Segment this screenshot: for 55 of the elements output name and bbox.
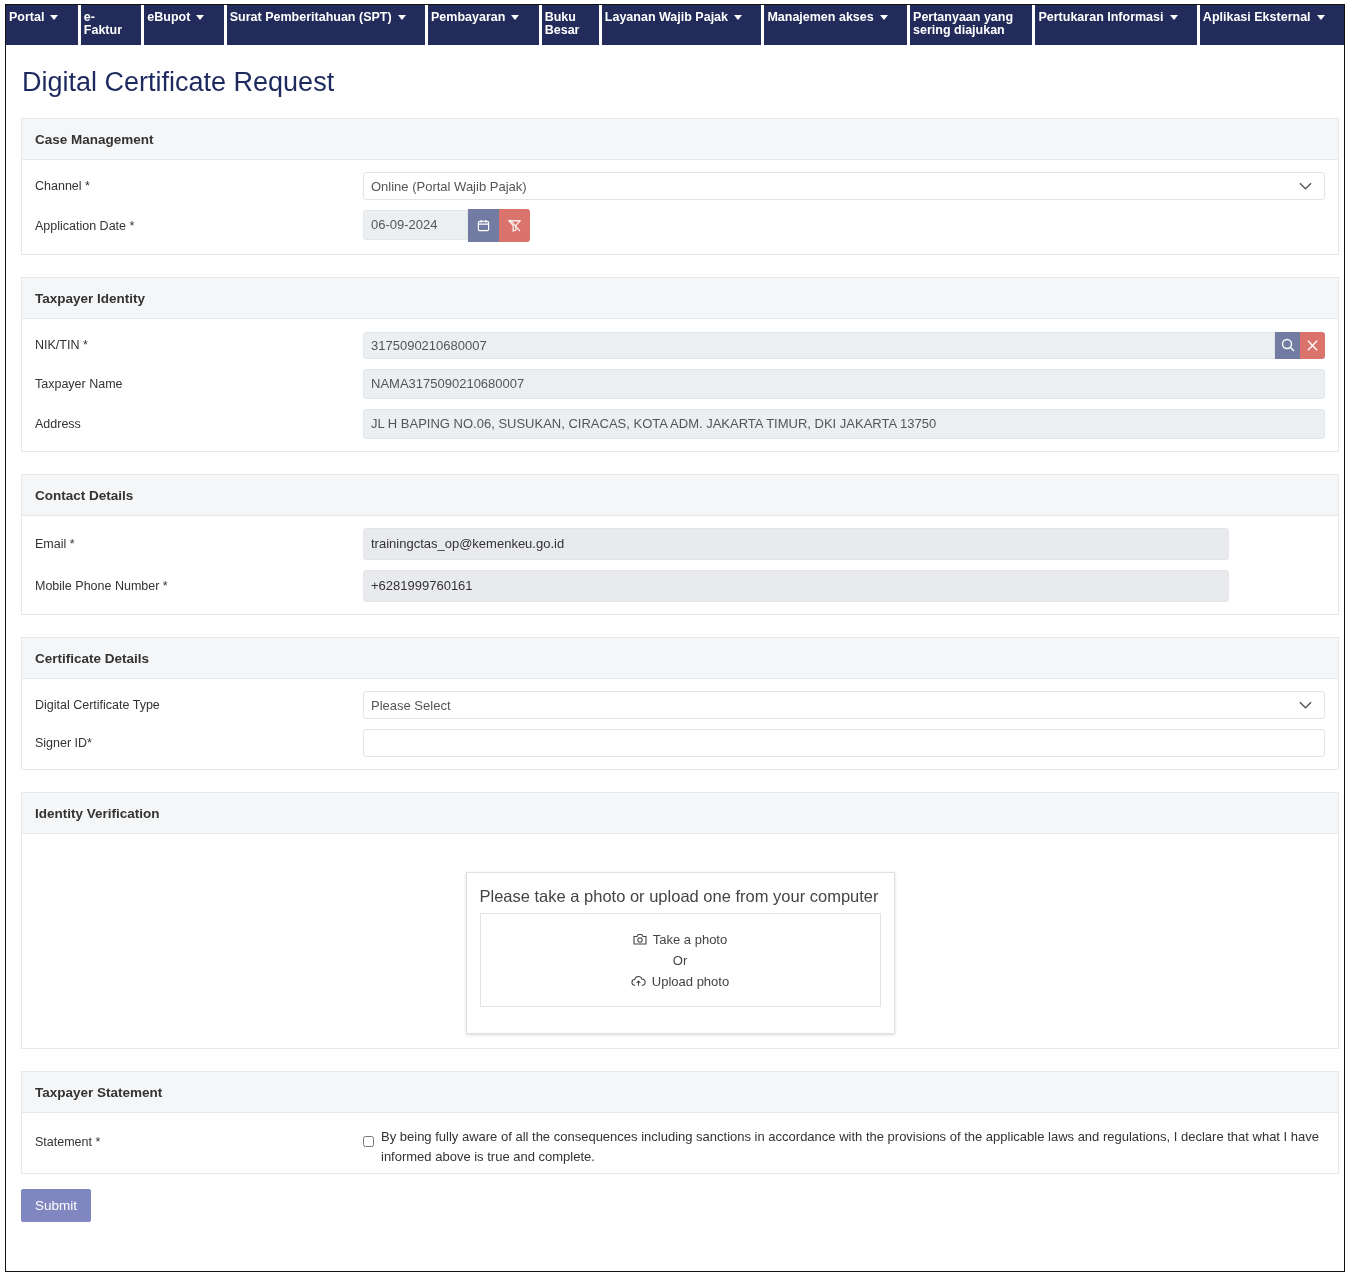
field-label: Mobile Phone Number * <box>35 579 169 593</box>
nav-menu-item[interactable]: Pertanyaan yang sering diajukan <box>910 5 1033 45</box>
section-title: Contact Details <box>35 487 134 503</box>
field-label: Email * <box>35 537 76 551</box>
nav-menu-item[interactable]: Aplikasi Eksternal <box>1199 5 1344 45</box>
cloud-upload-icon <box>630 975 646 987</box>
field-label: Channel * <box>35 179 91 193</box>
field-label: Signer ID* <box>35 736 93 750</box>
field-label: Digital Certificate Type <box>35 698 161 712</box>
nav-menu-item[interactable]: Surat Pemberitahuan (SPT) <box>226 5 425 45</box>
close-icon <box>1306 338 1319 352</box>
field-label: Taxpayer Name <box>35 377 124 391</box>
nav-menu-item[interactable]: e- Faktur <box>80 5 142 45</box>
input-field[interactable]: NAMA3175090210680007 <box>363 369 1325 399</box>
page-title: Digital Certificate Request <box>22 67 336 98</box>
chevron-icon <box>1299 701 1312 709</box>
crossed-filter-icon <box>508 219 521 232</box>
search-icon <box>1280 338 1295 352</box>
select-field[interactable]: Please Select <box>363 691 1325 719</box>
nav-menu-item[interactable]: Buku Besar <box>541 5 599 45</box>
search-button[interactable] <box>1275 331 1300 359</box>
input-field[interactable]: 3175090210680007 <box>363 331 1275 359</box>
nav-menu-item[interactable]: Pembayaran <box>428 5 539 45</box>
select-field[interactable]: Online (Portal Wajib Pajak) <box>363 172 1325 200</box>
calendar-button[interactable] <box>468 209 499 242</box>
camera-icon <box>632 933 647 945</box>
input-field[interactable]: JL H BAPING NO.06, SUSUKAN, CIRACAS, KOTA ADM. JAKARTA TIMUR, DKI JAKARTA 13750 <box>363 409 1325 439</box>
nav-menu-item[interactable]: eBupot <box>144 5 224 45</box>
statement-text: By being fully aware of all the consequences including sanctions in accordance with the provisions of the applicable laws and regulations, I declare that what I have informed above is true and complete. <box>381 1128 1320 1166</box>
input-field[interactable] <box>363 729 1325 757</box>
date-field[interactable]: 06-09-2024 <box>363 210 468 240</box>
section-title: Taxpayer Identity <box>35 290 146 306</box>
field-label: Application Date * <box>35 219 136 233</box>
nav-menu-item[interactable]: Layanan Wajib Pajak <box>601 5 762 45</box>
chevron-icon <box>1299 182 1312 190</box>
calendar-icon <box>477 219 490 232</box>
or-text: Or <box>672 952 688 968</box>
clear-filter-button[interactable] <box>499 209 530 242</box>
input-field[interactable]: +6281999760161 <box>363 570 1229 602</box>
statement-checkbox[interactable] <box>363 1136 374 1147</box>
nav-menu-item[interactable]: Manajemen akses <box>764 5 908 45</box>
field-label: Statement * <box>35 1134 102 1149</box>
upload-prompt: Please take a photo or upload one from your computer <box>479 887 880 906</box>
section-title: Certificate Details <box>35 650 150 666</box>
field-label: Address <box>35 417 82 431</box>
nav-menu-item[interactable]: Portal <box>6 5 78 45</box>
field-label: NIK/TIN * <box>35 338 89 352</box>
upload-photo-link[interactable]: Upload photo <box>630 973 730 989</box>
section-title: Case Management <box>35 131 154 147</box>
clear-button[interactable] <box>1300 331 1325 359</box>
take-photo-link[interactable]: Take a photo <box>632 931 728 947</box>
nav-menu-item[interactable]: Pertukaran Informasi <box>1035 5 1197 45</box>
section-title: Identity Verification <box>35 805 160 821</box>
input-field[interactable]: trainingctas_op@kemenkeu.go.id <box>363 528 1229 560</box>
section-title: Taxpayer Statement <box>35 1084 163 1100</box>
